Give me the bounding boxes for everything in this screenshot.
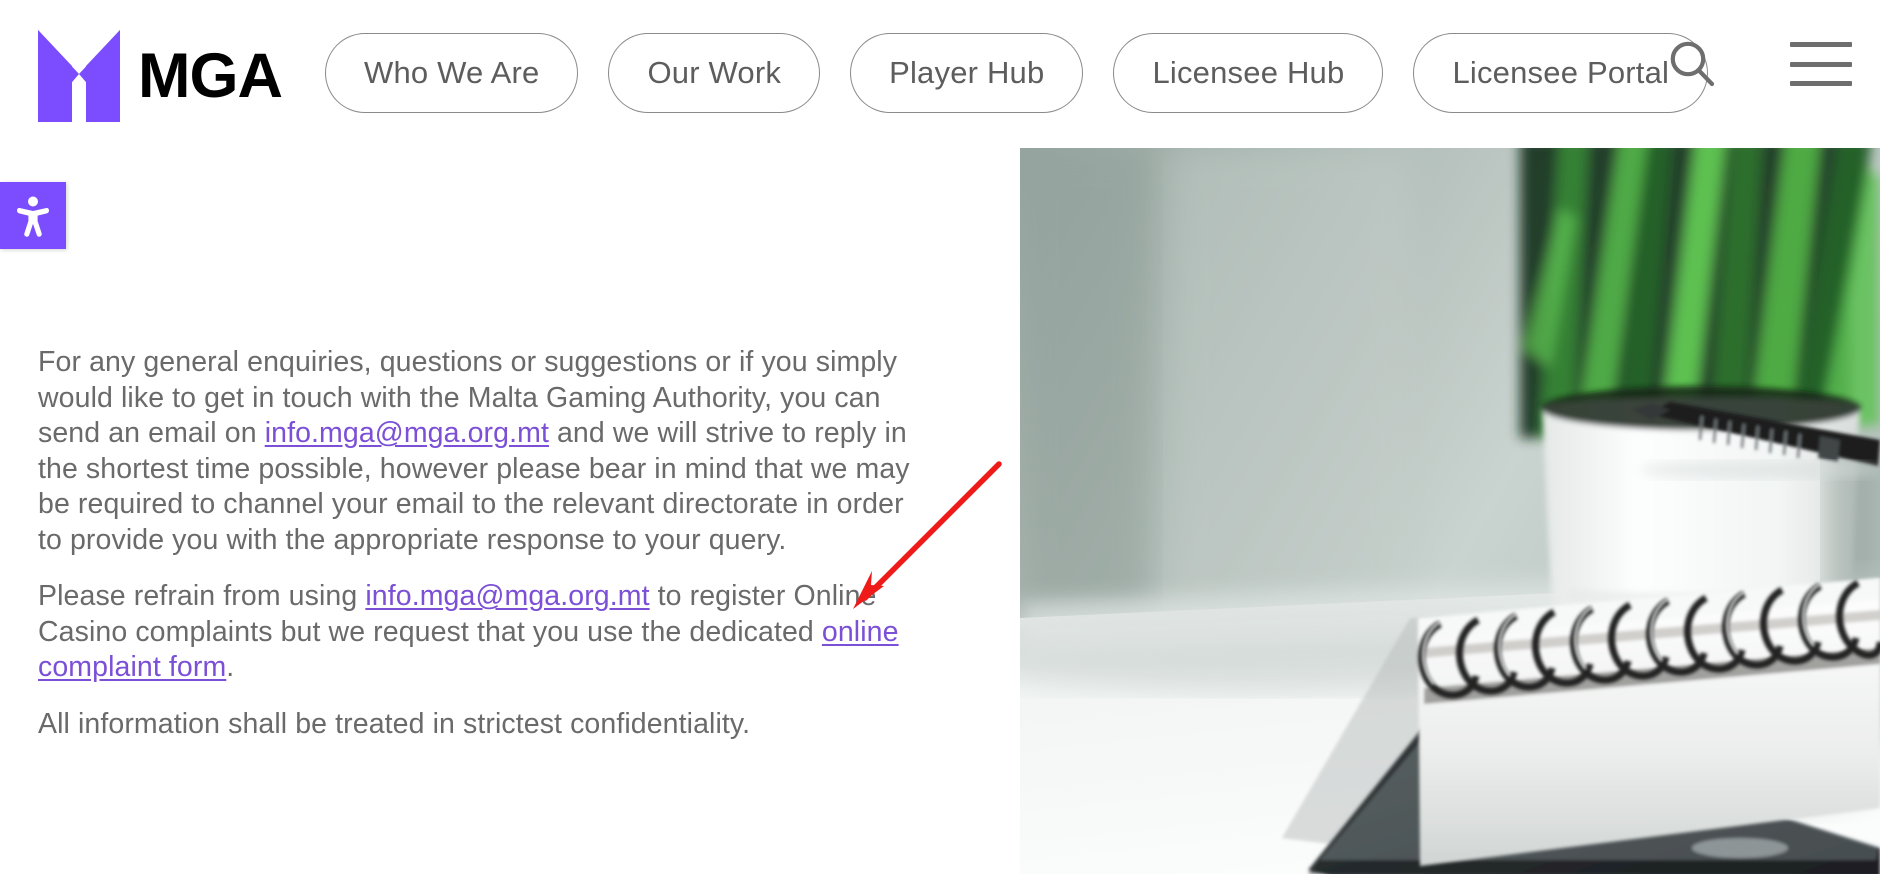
header-actions bbox=[1666, 38, 1852, 90]
site-logo[interactable]: MGA bbox=[38, 30, 283, 122]
nav-item-who-we-are[interactable]: Who We Are bbox=[325, 33, 579, 113]
search-icon[interactable] bbox=[1666, 38, 1718, 90]
paragraph-confidentiality: All information shall be treated in stri… bbox=[38, 707, 751, 740]
paragraph-general-enquiries: For any general enquiries, questions or … bbox=[38, 345, 918, 558]
site-header: MGA Who We Are Our Work Player Hub Licen… bbox=[0, 0, 1880, 148]
accessibility-person-icon bbox=[14, 195, 52, 237]
hero-photo bbox=[1020, 148, 1880, 874]
logo-text: MGA bbox=[138, 40, 283, 111]
mga-m-logo-icon bbox=[38, 30, 120, 122]
paragraph-2-text-part-3: . bbox=[226, 651, 235, 683]
email-link-info-mga-1[interactable]: info.mga@mga.org.mt bbox=[265, 417, 549, 449]
paragraph-complaints: Please refrain from using info.mga@mga.o… bbox=[38, 579, 918, 686]
accessibility-widget-button[interactable] bbox=[0, 182, 66, 249]
main-navigation: Who We Are Our Work Player Hub Licensee … bbox=[325, 33, 1709, 113]
nav-item-licensee-portal[interactable]: Licensee Portal bbox=[1413, 33, 1709, 113]
page-root: MGA Who We Are Our Work Player Hub Licen… bbox=[0, 0, 1880, 874]
hamburger-menu-icon[interactable] bbox=[1790, 42, 1852, 86]
nav-item-player-hub[interactable]: Player Hub bbox=[850, 33, 1084, 113]
email-link-info-mga-2[interactable]: info.mga@mga.org.mt bbox=[365, 580, 649, 612]
main-content: For any general enquiries, questions or … bbox=[38, 345, 918, 742]
nav-item-licensee-hub[interactable]: Licensee Hub bbox=[1113, 33, 1384, 113]
nav-item-our-work[interactable]: Our Work bbox=[608, 33, 821, 113]
paragraph-2-text-part-1: Please refrain from using bbox=[38, 580, 366, 612]
